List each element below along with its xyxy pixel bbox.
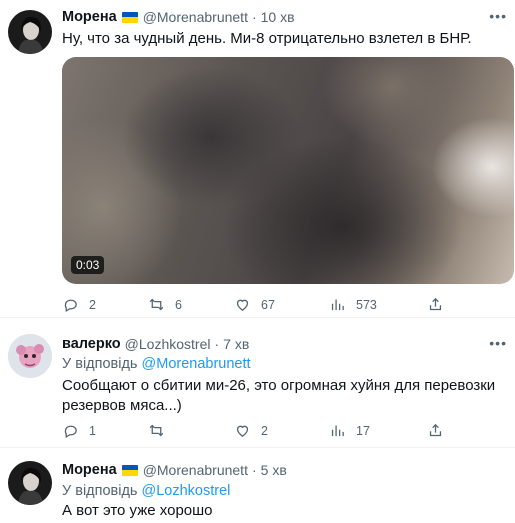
author-handle[interactable]: @Morenabrunett xyxy=(143,9,248,25)
more-icon[interactable]: ••• xyxy=(489,8,507,24)
share-button[interactable] xyxy=(427,422,454,439)
retweet-button[interactable] xyxy=(148,422,175,439)
reply-icon xyxy=(64,299,77,313)
author-handle[interactable]: @Lozhkostrel xyxy=(125,336,211,352)
tweet-time[interactable]: 10 хв xyxy=(261,9,295,25)
like-icon xyxy=(236,425,249,437)
views-icon xyxy=(331,425,344,437)
reply-count: 2 xyxy=(89,297,96,312)
ukraine-flag-icon xyxy=(121,464,138,476)
retweet-icon xyxy=(149,298,164,311)
video-duration: 0:03 xyxy=(71,256,105,274)
tweet-time[interactable]: 5 хв xyxy=(261,462,287,478)
share-icon xyxy=(429,297,442,311)
action-bar: 1 2 17 xyxy=(62,422,452,442)
retweet-icon xyxy=(149,424,164,437)
tweet-text: А вот это уже хорошо xyxy=(62,502,213,519)
like-button[interactable]: 67 xyxy=(234,296,275,313)
views-button[interactable]: 17 xyxy=(329,422,370,439)
reply-prefix: У відповідь xyxy=(62,356,138,372)
ukraine-flag-icon xyxy=(121,11,138,23)
avatar[interactable] xyxy=(8,461,52,505)
more-icon[interactable]: ••• xyxy=(489,335,507,351)
like-icon xyxy=(236,299,249,311)
video-player[interactable]: 0:03 xyxy=(62,57,514,284)
tweet-3[interactable]: Морена @Morenabrunett · 5 хв У відповідь… xyxy=(0,448,515,523)
reply-icon xyxy=(64,425,77,439)
tweet-1[interactable]: Морена @Morenabrunett · 10 хв ••• Ну, чт… xyxy=(0,0,515,316)
tweet-2[interactable]: валерко @Lozhkostrel · 7 хв ••• У відпов… xyxy=(0,318,515,446)
like-button[interactable]: 2 xyxy=(234,422,268,439)
avatar[interactable] xyxy=(8,334,52,378)
view-count: 573 xyxy=(356,297,377,312)
separator-dot: · xyxy=(214,336,220,352)
action-bar: 2 6 67 573 xyxy=(62,296,452,316)
tweet-time[interactable]: 7 хв xyxy=(223,336,249,352)
author-handle[interactable]: @Morenabrunett xyxy=(143,462,248,478)
reply-context: У відповідь @Morenabrunett xyxy=(62,356,251,372)
views-button[interactable]: 573 xyxy=(329,296,377,313)
views-icon xyxy=(331,299,344,311)
reply-mention[interactable]: @Lozhkostrel xyxy=(142,483,231,499)
retweet-button[interactable]: 6 xyxy=(148,296,182,313)
reply-button[interactable]: 2 xyxy=(62,296,96,313)
tweet-text: Сообщают о сбитии ми-26, это огромная ху… xyxy=(62,377,496,414)
author-name[interactable]: Морена xyxy=(62,9,117,25)
reply-count: 1 xyxy=(89,423,96,438)
reply-context: У відповідь @Lozhkostrel xyxy=(62,483,230,499)
like-count: 2 xyxy=(261,423,268,438)
share-button[interactable] xyxy=(427,296,454,313)
like-count: 67 xyxy=(261,297,275,312)
separator-dot: · xyxy=(251,462,257,478)
retweet-count: 6 xyxy=(175,297,182,312)
author-name[interactable]: Морена xyxy=(62,462,117,478)
view-count: 17 xyxy=(356,423,370,438)
share-icon xyxy=(429,423,442,437)
reply-button[interactable]: 1 xyxy=(62,422,96,439)
author-name[interactable]: валерко xyxy=(62,336,121,352)
tweet-text: Ну, что за чудный день. Ми-8 отрицательн… xyxy=(62,30,472,47)
avatar[interactable] xyxy=(8,10,52,54)
separator-dot: · xyxy=(251,9,257,25)
reply-mention[interactable]: @Morenabrunett xyxy=(142,356,251,372)
reply-prefix: У відповідь xyxy=(62,483,138,499)
